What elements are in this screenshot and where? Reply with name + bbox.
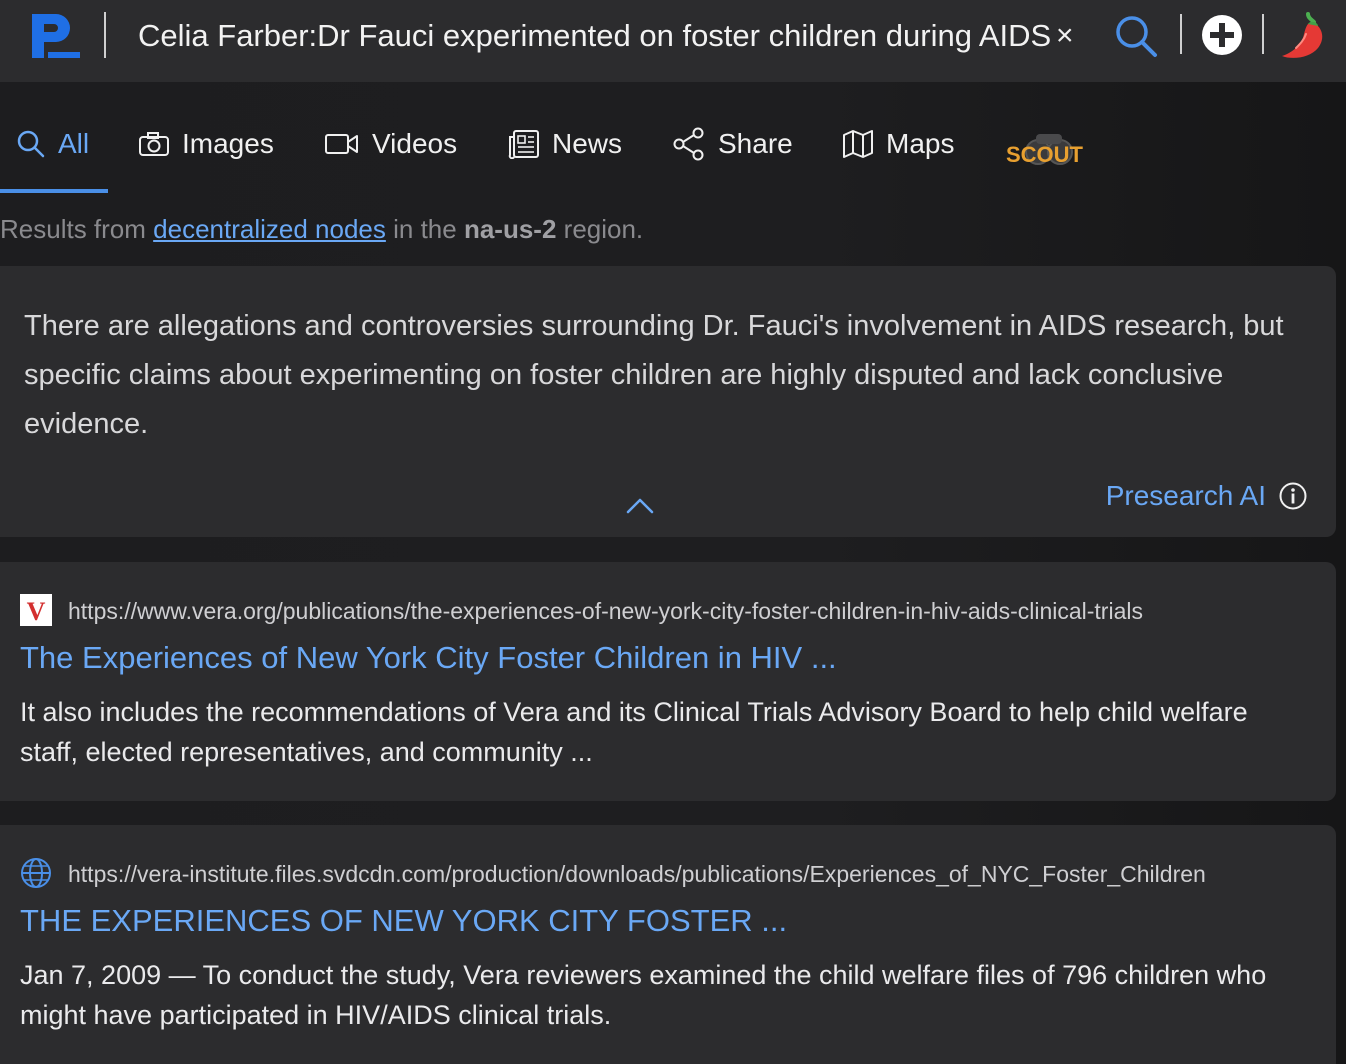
map-icon (843, 130, 873, 158)
tab-news[interactable]: News (508, 122, 622, 166)
presearch-logo[interactable] (30, 12, 82, 60)
search-result: V https://www.vera.org/publications/the-… (0, 562, 1336, 801)
divider (1262, 14, 1264, 54)
region-prefix: Results from (0, 214, 146, 244)
top-bar: Celia Farber:Dr Fauci experimented on fo… (0, 0, 1346, 82)
tab-label: Images (182, 128, 274, 159)
scout-label: SCOUT (1006, 142, 1084, 167)
divider (1180, 14, 1182, 54)
chili-pepper-icon[interactable] (1278, 8, 1330, 62)
newspaper-icon (508, 130, 539, 159)
tab-label: All (58, 128, 90, 159)
tab-label: Videos (372, 128, 458, 159)
result-title-link[interactable]: The Experiences of New York City Foster … (20, 640, 837, 676)
favicon-letter: V (27, 597, 46, 626)
tab-label: Maps (886, 128, 955, 159)
tab-label: News (552, 128, 623, 159)
ai-summary-text: There are allegations and controversies … (24, 310, 1284, 440)
active-tab-indicator (0, 189, 108, 193)
chevron-up-icon[interactable] (624, 494, 656, 516)
tab-all[interactable]: All (16, 122, 89, 166)
tab-videos[interactable]: Videos (324, 122, 457, 166)
search-icon (17, 130, 45, 158)
presearch-ai-link[interactable]: Presearch AI (1106, 480, 1308, 512)
vera-favicon-icon: V (20, 594, 52, 626)
info-icon[interactable] (1278, 481, 1308, 511)
region-suffix: region. (563, 214, 644, 244)
globe-icon (21, 858, 51, 888)
region-info: Results from decentralized nodes in the … (0, 214, 643, 245)
result-title-link[interactable]: THE EXPERIENCES OF NEW YORK CITY FOSTER … (20, 903, 787, 939)
region-middle: in the (393, 214, 457, 244)
clear-query-button[interactable]: × (1056, 16, 1074, 56)
ai-brand-label: Presearch AI (1105, 480, 1266, 511)
search-icon[interactable] (1114, 14, 1158, 58)
search-tabs: All Images Videos News Share Maps SCOUT (0, 112, 1346, 194)
divider (104, 12, 106, 58)
tab-images[interactable]: Images (138, 122, 274, 166)
result-snippet: It also includes the recommendations of … (20, 697, 1248, 767)
ai-summary-card: There are allegations and controversies … (0, 266, 1336, 537)
tab-label: Share (718, 128, 793, 159)
search-result: https://vera-institute.files.svdcdn.com/… (0, 825, 1336, 1064)
result-url[interactable]: https://vera-institute.files.svdcdn.com/… (68, 861, 1286, 888)
camera-icon (139, 132, 169, 156)
result-snippet: Jan 7, 2009 — To conduct the study, Vera… (20, 960, 1267, 1030)
scout-logo[interactable]: SCOUT (1004, 124, 1116, 168)
result-url[interactable]: https://www.vera.org/publications/the-ex… (68, 598, 1286, 625)
add-icon[interactable] (1200, 13, 1244, 57)
tab-share[interactable]: Share (672, 122, 793, 166)
region-name: na-us-2 (463, 214, 557, 244)
page: Celia Farber:Dr Fauci experimented on fo… (0, 0, 1346, 1064)
tab-maps[interactable]: Maps (842, 122, 954, 166)
share-icon (673, 127, 704, 161)
video-icon (325, 134, 358, 154)
decentralized-nodes-link[interactable]: decentralized nodes (153, 214, 386, 244)
search-query-field[interactable]: Celia Farber:Dr Fauci experimented on fo… (138, 16, 1058, 56)
